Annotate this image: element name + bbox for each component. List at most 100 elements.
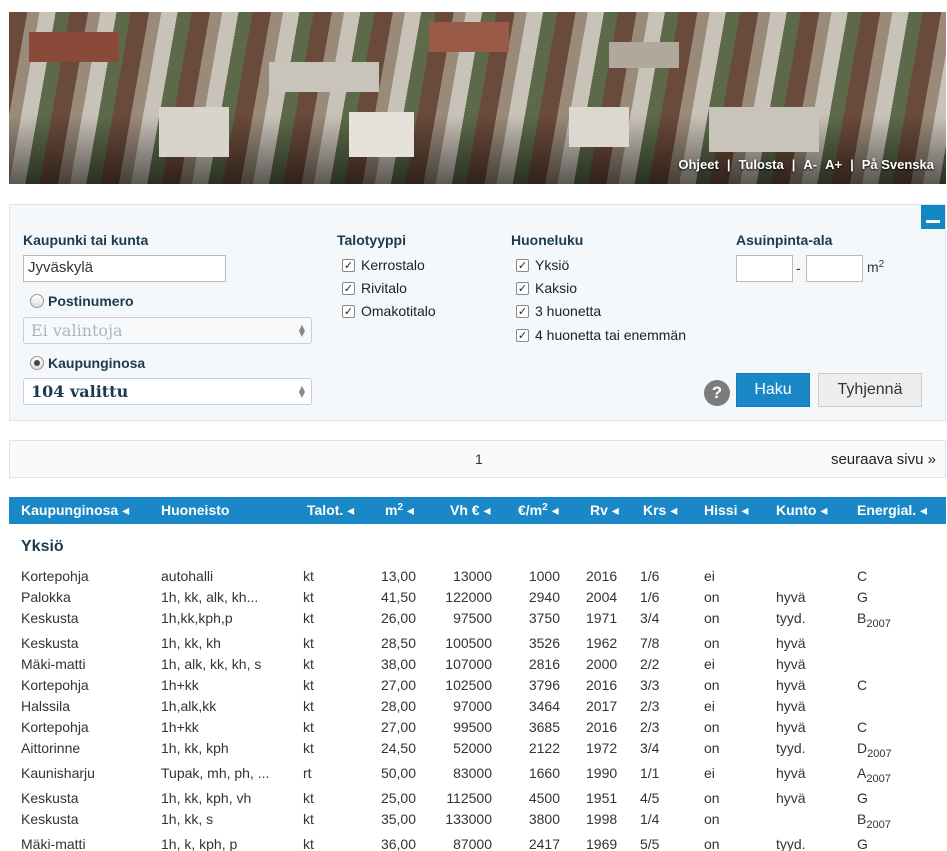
group-title: Yksiö [21,538,64,555]
house-type-text: Kerrostalo [361,257,425,273]
col-condition[interactable]: Kunto ◂ [776,502,827,519]
cell-price: 102500 [445,677,492,693]
col-price-per-m2[interactable]: €/m2 ◂ [518,502,559,519]
cell-area: 25,00 [380,790,416,806]
cell-type: kt [303,677,314,693]
results-table-body: Kortepohja autohalli kt 13,00 13000 1000 2016 1… [0,562,947,851]
table-row[interactable]: Mäki-matti 1h, alk, kk, kh, s kt 38,00 10700… [0,650,947,672]
rooms-option[interactable]: ✓ Kaksio [516,280,577,296]
clear-button[interactable]: Tyhjennä [818,373,922,407]
house-type-option[interactable]: ✓ Rivitalo [342,280,407,296]
search-button[interactable]: Haku [736,373,810,407]
area-unit-text: m [867,259,879,275]
cell-price-per-m2: 3796 [528,677,560,693]
area-max-input[interactable] [806,255,863,282]
col-district[interactable]: Kaupunginosa ◂ [21,502,129,519]
col-floor[interactable]: Krs ◂ [643,502,677,519]
rooms-option[interactable]: ✓ 4 huonetta tai enemmän [516,327,686,343]
cell-floor: 2/3 [640,698,660,714]
cell-elevator: on [704,740,720,756]
table-row[interactable]: Mäki-matti 1h, k, kph, p kt 36,00 87000 2417 1… [0,830,947,851]
table-row[interactable]: Palokka 1h, kk, alk, kh... kt 41,50 122000 29… [0,583,947,605]
link-swedish[interactable]: På Svenska [862,157,934,172]
collapse-icon[interactable] [921,205,945,229]
table-row[interactable]: Keskusta 1h, kk, kh kt 28,50 100500 3526 1962 7… [0,629,947,651]
help-icon[interactable]: ? [704,380,730,406]
col-m2[interactable]: m2 ◂ [385,502,414,519]
cell-condition: hyvä [776,635,806,651]
building-shape [569,107,629,147]
link-separator: | [850,157,854,172]
banner-links: Ohjeet | Tulosta | A- A+ | På Svenska [678,157,934,172]
cell-type: kt [303,698,314,714]
table-row[interactable]: Halssila 1h,alk,kk kt 28,00 97000 3464 2017 2/3… [0,692,947,714]
link-help[interactable]: Ohjeet [678,157,718,172]
house-type-text: Rivitalo [361,280,407,296]
postal-radio[interactable] [30,294,44,308]
area-separator: - [796,260,801,276]
cell-price: 112500 [446,790,492,806]
col-apartment: Huoneisto [161,502,230,518]
checkbox-checked-icon[interactable]: ✓ [342,281,355,295]
font-decrease-link[interactable]: A- [803,157,817,172]
cell-floor: 3/4 [640,610,660,626]
table-row[interactable]: Kortepohja autohalli kt 13,00 13000 1000 2016 1… [0,562,947,584]
col-year[interactable]: Rv ◂ [590,502,619,519]
cell-elevator: on [704,677,720,693]
table-row[interactable]: Keskusta 1h,kk,kph,p kt 26,00 97500 3750 1971 3… [0,604,947,630]
district-radio-row[interactable]: Kaupunginosa [30,355,145,371]
building-shape [709,107,819,152]
district-select[interactable]: 104 valittu ▲ ▼ [23,378,312,405]
rooms-option[interactable]: ✓ 3 huonetta [516,303,601,319]
header-banner: Ohjeet | Tulosta | A- A+ | På Svenska [9,12,946,184]
house-type-option[interactable]: ✓ Kerrostalo [342,257,425,273]
table-row[interactable]: Keskusta 1h, kk, s kt 35,00 133000 3800 1998 1/… [0,805,947,831]
cell-year: 1990 [586,765,618,781]
cell-apartment: 1h, alk, kk, kh, s [161,656,262,672]
table-row[interactable]: Keskusta 1h, kk, kph, vh kt 25,00 112500 4500… [0,784,947,806]
checkbox-checked-icon[interactable]: ✓ [342,258,355,272]
cell-elevator: on [704,610,720,626]
checkbox-checked-icon[interactable]: ✓ [516,304,529,318]
cell-type: kt [303,568,314,584]
table-row[interactable]: Kortepohja 1h+kk kt 27,00 102500 3796 2016 3/3 o… [0,671,947,693]
cell-price-per-m2: 1660 [528,765,560,781]
col-energy[interactable]: Energial. ◂ [857,502,927,519]
checkbox-checked-icon[interactable]: ✓ [342,304,355,318]
cell-apartment: 1h+kk [161,677,199,693]
cell-type: kt [303,635,314,651]
table-row[interactable]: Kortepohja 1h+kk kt 27,00 99500 3685 2016 2/3 on… [0,713,947,735]
cell-price-per-m2: 3750 [528,610,560,626]
cell-apartment: 1h, kk, kh [161,635,221,651]
next-page-link[interactable]: seuraava sivu » [831,451,936,468]
cell-year: 1962 [586,635,618,651]
city-input[interactable]: Jyväskylä [23,255,226,282]
cell-apartment: 1h+kk [161,719,199,735]
postal-radio-row[interactable]: Postinumero [30,293,134,309]
table-row[interactable]: Kaunisharju Tupak, mh, ph, ... rt 50,00 8300… [0,759,947,785]
page-number[interactable]: 1 [475,451,483,467]
checkbox-checked-icon[interactable]: ✓ [516,328,529,342]
col-type[interactable]: Talot. ◂ [307,502,354,519]
cell-condition: hyvä [776,589,806,605]
house-type-option[interactable]: ✓ Omakotitalo [342,303,436,319]
cell-price-per-m2: 3526 [528,635,560,651]
cell-year: 2016 [586,677,618,693]
cell-area: 28,00 [380,698,416,714]
checkbox-checked-icon[interactable]: ✓ [516,281,529,295]
cell-type: kt [303,836,314,851]
checkbox-checked-icon[interactable]: ✓ [516,258,529,272]
col-m2-text: m [385,502,398,518]
cell-area: 36,00 [380,836,416,851]
col-elevator[interactable]: Hissi ◂ [704,502,748,519]
cell-price: 107000 [445,656,492,672]
font-increase-link[interactable]: A+ [825,157,842,172]
link-print[interactable]: Tulosta [738,157,783,172]
area-unit-sup: 2 [878,259,885,270]
rooms-option[interactable]: ✓ Yksiö [516,257,569,273]
district-radio[interactable] [30,356,44,370]
area-min-input[interactable] [736,255,793,282]
cell-elevator: on [704,719,720,735]
col-price[interactable]: Vh € ◂ [450,502,490,519]
table-row[interactable]: Aittorinne 1h, kk, kph kt 24,50 52000 2122 197… [0,734,947,760]
